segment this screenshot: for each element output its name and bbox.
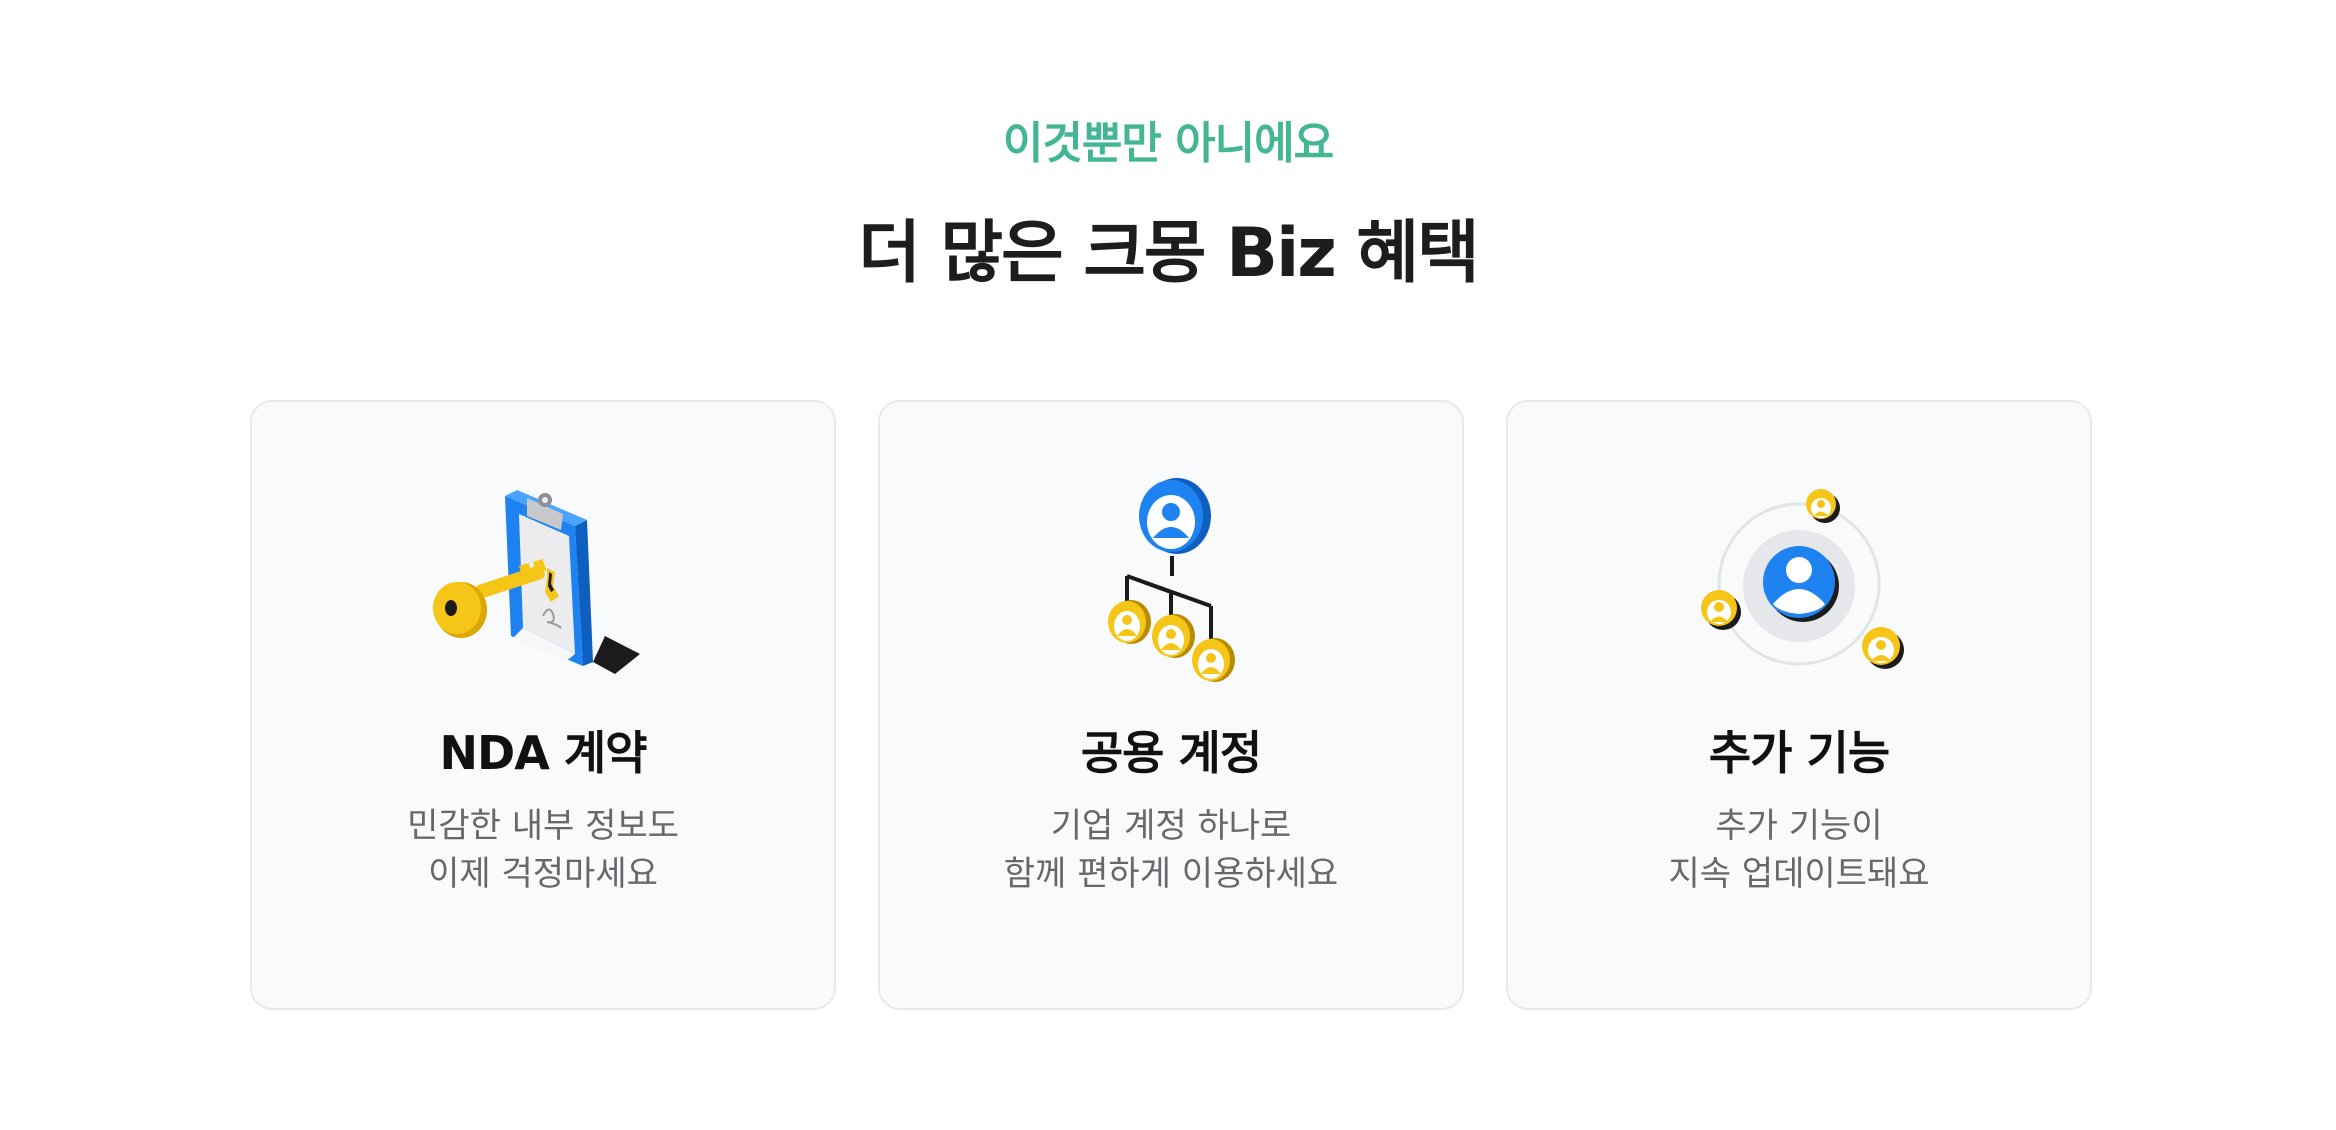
card-desc-line: 민감한 내부 정보도 bbox=[407, 806, 679, 846]
card-desc-line: 함께 편하게 이용하세요 bbox=[1003, 854, 1339, 894]
card-shared-account: 공용 계정 기업 계정 하나로 함께 편하게 이용하세요 bbox=[878, 400, 1464, 1010]
card-desc-line: 이제 걱정마세요 bbox=[428, 854, 658, 894]
card-description: 추가 기능이 지속 업데이트돼요 bbox=[1508, 802, 2090, 898]
clipboard-key-icon bbox=[433, 490, 640, 674]
card-title: 공용 계정 bbox=[1080, 726, 1262, 780]
card-title: 추가 기능 bbox=[1708, 726, 1890, 780]
section-eyebrow: 이것뿐만 아니에요 bbox=[1002, 118, 1334, 169]
card-nda: NDA 계약 민감한 내부 정보도 이제 걱정마세요 bbox=[250, 400, 836, 1010]
card-title: NDA 계약 bbox=[439, 726, 648, 780]
card-desc-line: 기업 계정 하나로 bbox=[1050, 806, 1292, 846]
section-headline: 더 많은 크몽 Biz 혜택 bbox=[858, 214, 1479, 293]
card-description: 민감한 내부 정보도 이제 걱정마세요 bbox=[252, 802, 834, 898]
card-desc-line: 추가 기능이 bbox=[1715, 806, 1883, 846]
benefit-cards: NDA 계약 민감한 내부 정보도 이제 걱정마세요 공용 계정 기업 계정 하… bbox=[250, 400, 2094, 1012]
card-additional-features: 추가 기능 추가 기능이 지속 업데이트돼요 bbox=[1506, 400, 2092, 1010]
account-tree-icon bbox=[1108, 478, 1235, 682]
card-desc-line: 지속 업데이트돼요 bbox=[1668, 854, 1930, 894]
card-description: 기업 계정 하나로 함께 편하게 이용하세요 bbox=[880, 802, 1462, 898]
user-orbit-icon bbox=[1701, 489, 1904, 669]
